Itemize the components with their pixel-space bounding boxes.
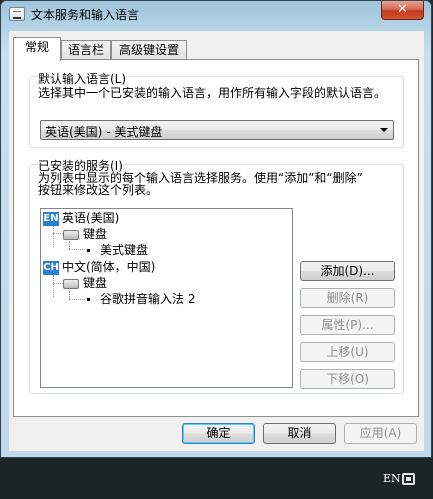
general-tab-panel: 默认输入语言(L) 选择其中一个已安装的输入语言，用作所有输入字段的默认语言。 …	[13, 59, 419, 417]
ok-button[interactable]: 确定	[182, 423, 255, 444]
bullet-icon	[87, 249, 90, 252]
tree-item-label: 谷歌拼音输入法 2	[100, 292, 196, 306]
tab-language-bar[interactable]: 语言栏	[61, 40, 111, 60]
taskbar	[0, 458, 433, 499]
tree-item-label: 键盘	[83, 276, 108, 290]
installed-services-tree[interactable]: EN 英语(美国) 键盘 美式键盘 CH 中文(简体，中国) 键盘 谷歌拼音输入法 …	[40, 208, 293, 388]
close-button[interactable]: ✕	[381, 1, 424, 20]
tree-item-label: 美式键盘	[100, 243, 149, 257]
tree-item-us-keyboard[interactable]: 美式键盘	[87, 242, 148, 258]
tree-item-english-us[interactable]: EN 英语(美国)	[43, 210, 119, 226]
default-language-label: 默认输入语言(L)	[38, 70, 127, 87]
tree-item-label: 中文(简体，中国)	[62, 260, 156, 274]
tree-item-label: 英语(美国)	[62, 211, 120, 225]
tab-advanced-key-settings[interactable]: 高级键设置	[111, 40, 187, 60]
keyboard-icon	[63, 278, 79, 289]
tree-item-keyboard-category[interactable]: 键盘	[63, 275, 107, 291]
dialog-window: 文本服务和输入语言 ✕ 常规 语言栏 高级键设置 默认输入语言(L) 选择其中一…	[0, 0, 432, 458]
dialog-client-area: 常规 语言栏 高级键设置 默认输入语言(L) 选择其中一个已安装的输入语言，用作…	[9, 31, 424, 451]
language-badge-icon: EN	[43, 211, 59, 226]
bullet-icon	[87, 298, 90, 301]
tree-item-label: 键盘	[83, 227, 108, 241]
tab-general[interactable]: 常规	[13, 37, 61, 61]
move-down-button[interactable]: 下移(O)	[300, 369, 395, 389]
keyboard-app-icon	[9, 7, 25, 21]
default-language-description: 选择其中一个已安装的输入语言，用作所有输入字段的默认语言。	[38, 86, 387, 100]
window-title: 文本服务和输入语言	[31, 8, 140, 22]
default-language-dropdown[interactable]: 英语(美国) - 美式键盘	[40, 120, 394, 140]
keyboard-tray-icon[interactable]	[402, 473, 415, 485]
tree-item-keyboard-category[interactable]: 键盘	[63, 226, 107, 242]
add-button[interactable]: 添加(D)...	[300, 261, 395, 281]
keyboard-icon	[63, 229, 79, 240]
cancel-button[interactable]: 取消	[263, 423, 336, 444]
language-badge-icon: CH	[43, 260, 59, 275]
properties-button[interactable]: 属性(P)...	[300, 315, 395, 335]
installed-services-description-line2: 按钮来修改这个列表。	[38, 183, 159, 197]
title-bar[interactable]: 文本服务和输入语言 ✕	[1, 1, 431, 27]
move-up-button[interactable]: 上移(U)	[300, 342, 395, 362]
default-language-selected: 英语(美国) - 美式键盘	[45, 125, 163, 139]
chevron-down-icon	[380, 128, 388, 132]
tree-item-chinese-simplified[interactable]: CH 中文(简体，中国)	[43, 259, 155, 275]
input-language-indicator[interactable]: EN	[383, 472, 401, 485]
apply-button[interactable]: 应用(A)	[344, 423, 417, 444]
tree-item-google-pinyin[interactable]: 谷歌拼音输入法 2	[87, 291, 195, 307]
remove-button[interactable]: 删除(R)	[300, 288, 395, 308]
